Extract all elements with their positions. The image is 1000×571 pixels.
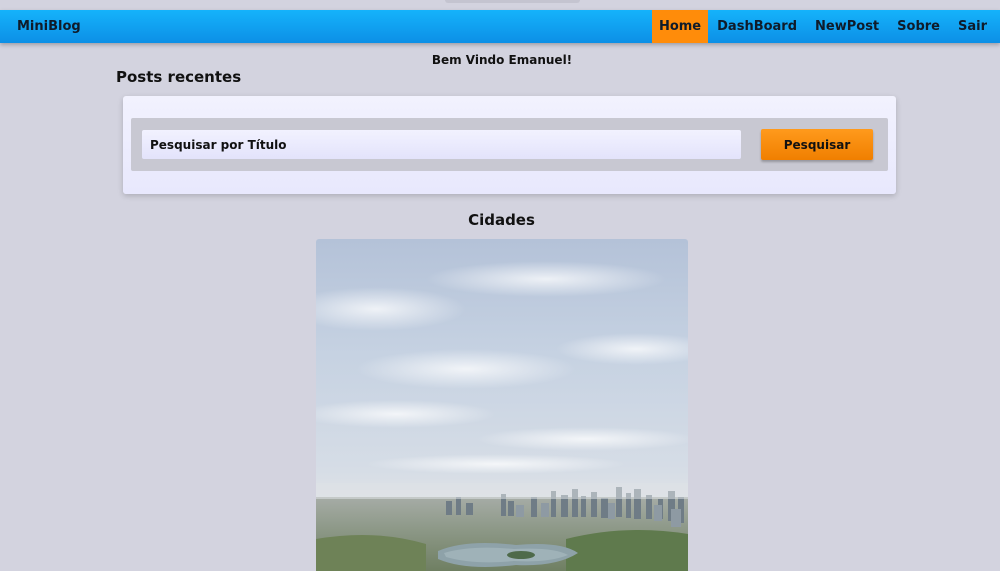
section-title: Posts recentes <box>116 68 242 86</box>
nav-about[interactable]: Sobre <box>888 10 949 43</box>
nav-dashboard[interactable]: DashBoard <box>708 10 806 43</box>
nav-home[interactable]: Home <box>651 10 709 43</box>
nav-new-post[interactable]: NewPost <box>806 10 888 43</box>
post-title: Cidades <box>468 211 535 229</box>
nav-logout[interactable]: Sair <box>949 10 1000 43</box>
search-form: Pesquisar <box>131 118 888 171</box>
brand-logo-link[interactable]: MiniBlog <box>17 10 81 43</box>
search-input[interactable] <box>142 130 741 159</box>
search-card: Pesquisar <box>123 96 896 194</box>
city-aerial-photo <box>316 239 688 571</box>
welcome-message: Bem Vindo Emanuel! <box>431 53 573 67</box>
post-image-city-aerial[interactable] <box>316 239 688 571</box>
search-button[interactable]: Pesquisar <box>761 129 873 160</box>
browser-top-strip <box>0 0 1000 10</box>
nav-links: Home DashBoard NewPost Sobre Sair <box>651 10 1000 43</box>
navbar: MiniBlog Home DashBoard NewPost Sobre Sa… <box>0 10 1000 43</box>
top-notch <box>445 0 580 3</box>
